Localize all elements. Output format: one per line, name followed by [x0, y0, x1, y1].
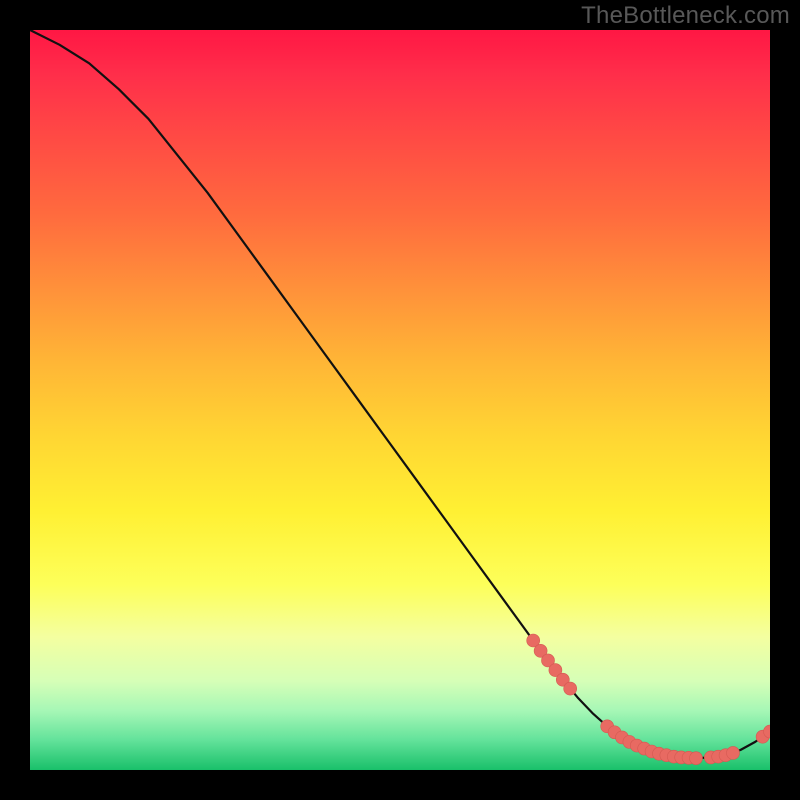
bottleneck-curve — [30, 30, 770, 758]
chart-frame: TheBottleneck.com — [0, 0, 800, 800]
data-point-marker — [690, 752, 703, 765]
data-point-marker — [564, 682, 577, 695]
chart-overlay — [30, 30, 770, 770]
watermark-text: TheBottleneck.com — [581, 2, 790, 30]
marker-group — [527, 634, 770, 765]
plot-area — [30, 30, 770, 770]
data-point-marker — [727, 746, 740, 759]
